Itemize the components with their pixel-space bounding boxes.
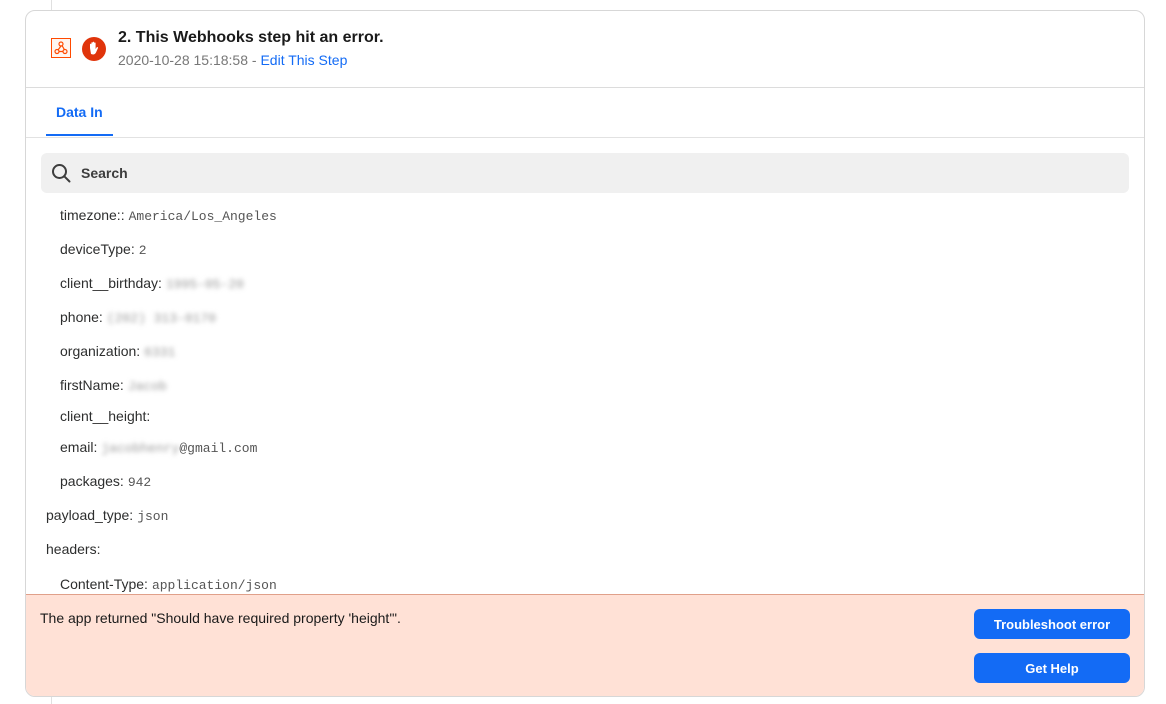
field-key: Content-Type: [60, 576, 148, 592]
field-key: timezone:: [60, 207, 125, 223]
field-value-redacted: (202) 313-0170 [106, 311, 217, 326]
field-row: phone: (202) 313-0170 [60, 307, 216, 327]
field-row: packages: 942 [60, 471, 151, 491]
step-meta: 2020-10-28 15:18:58 - Edit This Step [118, 52, 347, 68]
step-title: 2. This Webhooks step hit an error. [118, 29, 384, 46]
tab-bar: Data In [26, 88, 1144, 138]
field-key: phone: [60, 309, 103, 325]
field-row: timezone:: America/Los_Angeles [60, 205, 277, 225]
field-value-redacted: jacobhenry [101, 441, 180, 456]
field-row: Content-Type: application/json [60, 574, 277, 594]
field-value: json [137, 509, 169, 524]
field-key: email: [60, 439, 98, 455]
webhooks-icon [51, 38, 71, 58]
search-input[interactable] [81, 153, 1121, 193]
field-row: email: jacobhenry@gmail.com [60, 437, 257, 457]
troubleshoot-error-button[interactable]: Troubleshoot error [974, 609, 1130, 639]
field-row: organization: 6331 [60, 341, 175, 361]
field-row: deviceType: 2 [60, 239, 147, 259]
field-key: firstName: [60, 377, 124, 393]
field-key: organization: [60, 343, 141, 359]
field-value: application/json [151, 578, 277, 593]
search-bar [41, 153, 1129, 193]
field-value-redacted: 1995-05-20 [165, 277, 244, 292]
field-key: packages: [60, 473, 124, 489]
field-key: client__birthday: [60, 275, 162, 291]
field-value: 2 [138, 243, 147, 258]
field-value: 942 [127, 475, 152, 490]
error-banner: The app returned "Should have required p… [26, 594, 1144, 696]
field-key: client__height: [60, 408, 151, 424]
step-card: 2. This Webhooks step hit an error. 2020… [25, 10, 1145, 697]
get-help-button[interactable]: Get Help [974, 653, 1130, 683]
meta-separator: - [248, 52, 261, 68]
field-key: headers: [46, 541, 101, 557]
field-value-redacted: Jacob [127, 379, 167, 394]
field-row: payload_type: json [46, 505, 168, 525]
field-value-redacted: 6331 [144, 345, 176, 360]
error-message: The app returned "Should have required p… [40, 610, 401, 626]
field-row: headers: [46, 539, 104, 559]
search-icon [51, 163, 71, 183]
field-key: deviceType: [60, 241, 135, 257]
field-row: client__birthday: 1995-05-20 [60, 273, 244, 293]
field-key: payload_type: [46, 507, 134, 523]
tab-data-in[interactable]: Data In [46, 88, 113, 136]
step-timestamp: 2020-10-28 15:18:58 [118, 52, 248, 68]
field-value: @gmail.com [179, 441, 258, 456]
field-value: America/Los_Angeles [128, 209, 277, 224]
field-row: client__height: [60, 406, 154, 426]
step-header: 2. This Webhooks step hit an error. 2020… [26, 11, 1144, 88]
edit-step-link[interactable]: Edit This Step [260, 52, 347, 68]
stop-hand-icon [82, 37, 106, 61]
field-row: firstName: Jacob [60, 375, 167, 395]
